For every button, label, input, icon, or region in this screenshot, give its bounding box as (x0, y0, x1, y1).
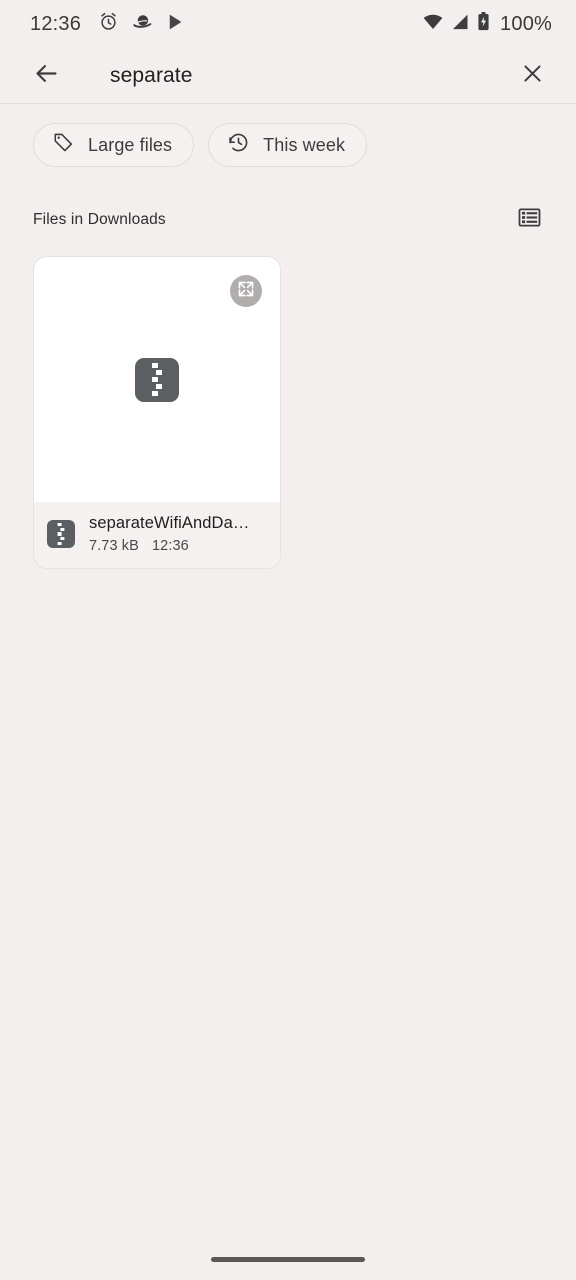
view-toggle-button[interactable] (512, 203, 546, 237)
expand-preview-button[interactable] (230, 275, 262, 307)
clear-search-button[interactable] (510, 54, 554, 98)
file-grid: separateWifiAndDa… 7.73 kB 12:36 (0, 237, 576, 569)
file-card-meta: separateWifiAndDa… 7.73 kB 12:36 (34, 502, 280, 568)
status-bar: 12:36 100% (0, 0, 576, 48)
cell-signal-icon (450, 12, 470, 37)
wifi-icon (422, 11, 444, 38)
battery-charging-icon (476, 11, 491, 37)
file-subtitle: 7.73 kB 12:36 (89, 538, 249, 554)
system-navigation-bar (0, 1238, 576, 1280)
file-thumbnail[interactable] (34, 257, 280, 502)
search-app-bar: separate (0, 48, 576, 104)
section-header: Files in Downloads (0, 167, 576, 237)
list-view-icon (517, 205, 542, 235)
back-button[interactable] (24, 54, 68, 98)
search-input[interactable]: separate (110, 64, 510, 88)
file-meta-text: separateWifiAndDa… 7.73 kB 12:36 (89, 514, 249, 554)
tag-icon (52, 131, 75, 159)
status-system-icons: 100% (422, 11, 552, 38)
filter-chip-row: Large files This week (0, 104, 576, 167)
chip-large-files-label: Large files (88, 134, 173, 155)
zip-archive-icon (135, 357, 179, 402)
arrow-back-icon (33, 60, 60, 92)
status-time: 12:36 (30, 12, 82, 35)
file-name: separateWifiAndDa… (89, 514, 250, 532)
file-size: 7.73 kB (89, 538, 139, 554)
gesture-nav-handle[interactable] (211, 1256, 365, 1262)
status-notification-icons (98, 11, 186, 37)
zip-archive-icon-small (47, 520, 75, 548)
section-title: Files in Downloads (33, 211, 166, 228)
alarm-icon (98, 11, 119, 37)
chip-this-week[interactable]: This week (208, 123, 368, 167)
play-store-icon (166, 12, 186, 37)
file-time: 12:36 (152, 538, 189, 554)
file-card[interactable]: separateWifiAndDa… 7.73 kB 12:36 (33, 256, 281, 569)
close-icon (520, 61, 545, 91)
battery-percent-label: 100% (500, 12, 552, 35)
history-icon (227, 131, 250, 159)
expand-icon (236, 279, 256, 304)
chip-this-week-label: This week (263, 134, 346, 155)
chip-large-files[interactable]: Large files (33, 123, 195, 167)
planet-icon (132, 11, 153, 37)
